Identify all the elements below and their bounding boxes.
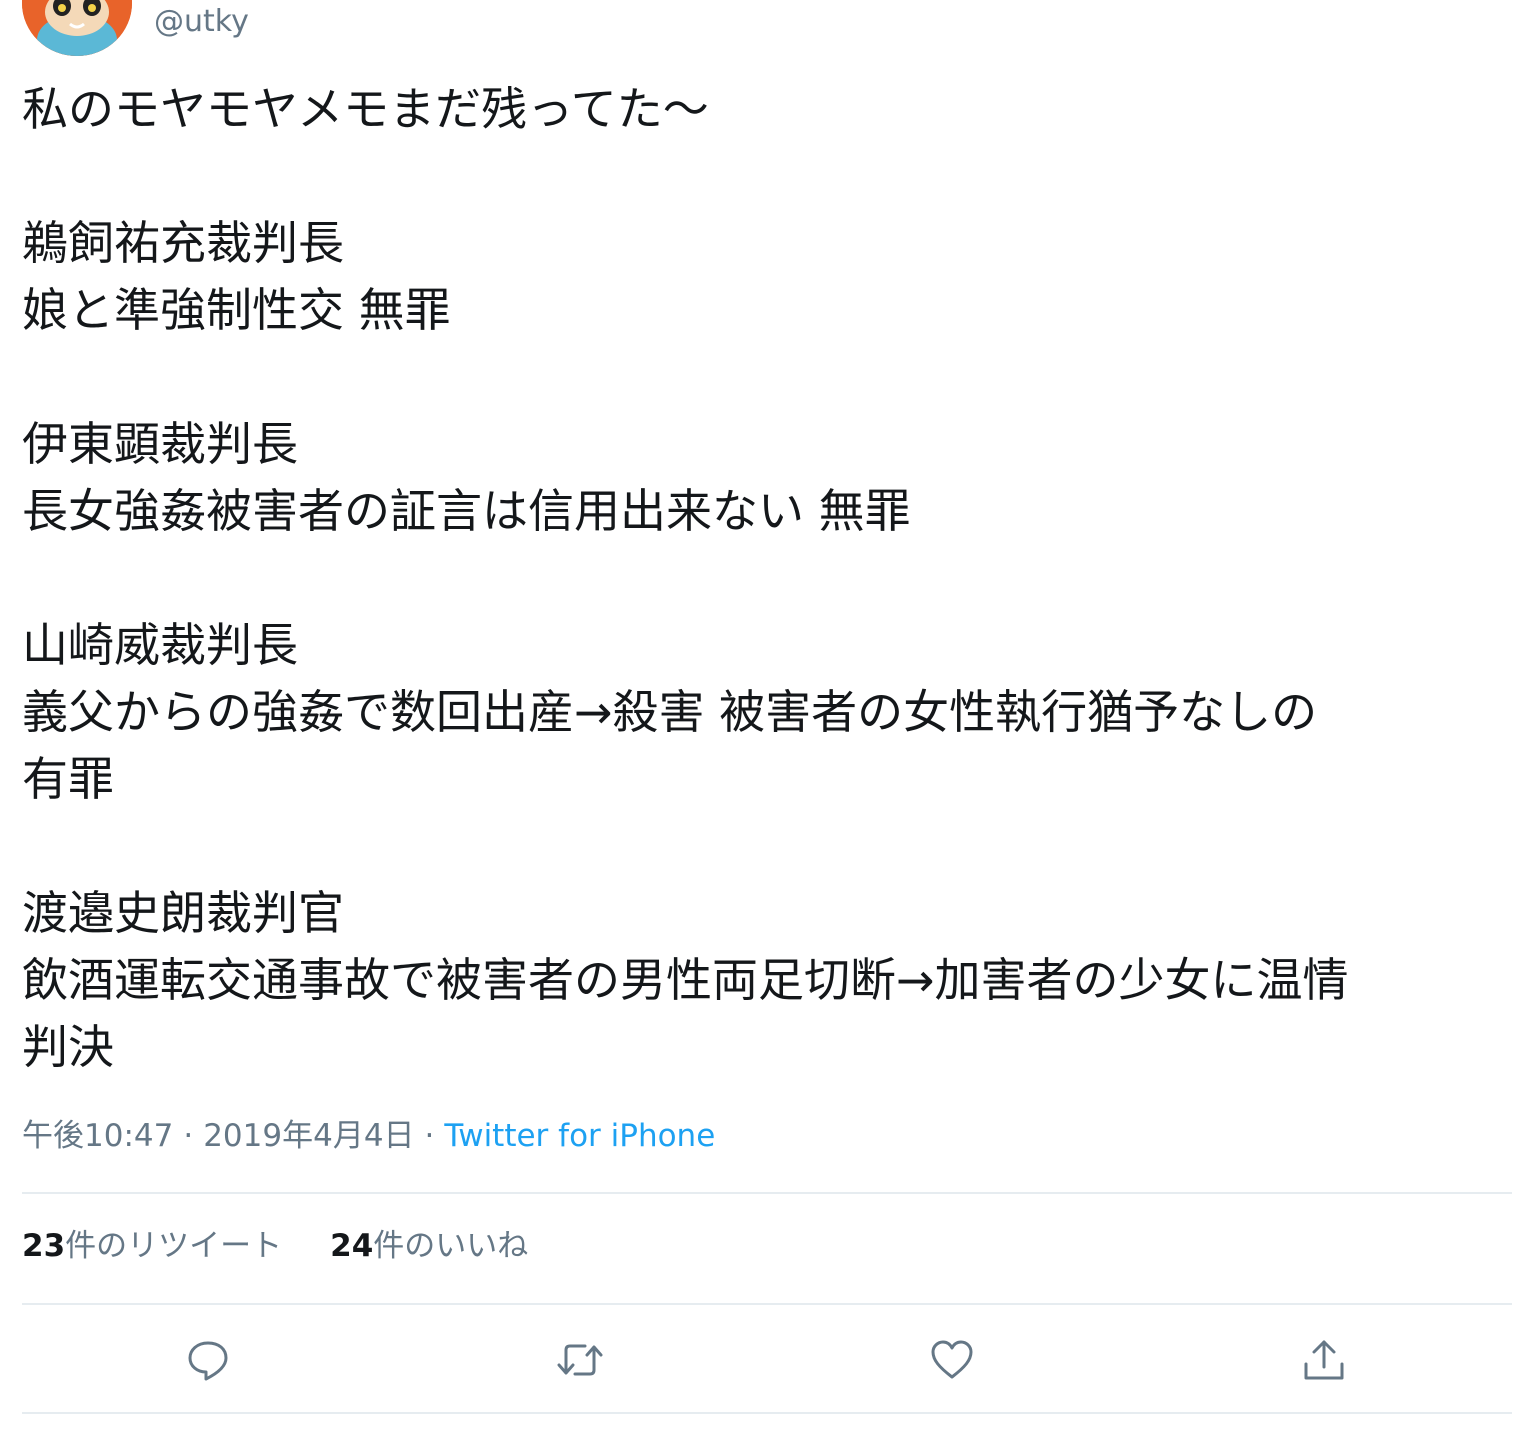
divider bbox=[22, 1412, 1512, 1414]
tweet-source-link[interactable]: Twitter for iPhone bbox=[444, 1118, 715, 1154]
likes-label: 件のいいね bbox=[373, 1228, 529, 1264]
meta-separator: · bbox=[183, 1118, 194, 1154]
tweet-line: 長女強姦被害者の証言は信用出来ない 無罪 bbox=[22, 484, 911, 538]
tweet-detail: @utky 私のモヤモヤメモまだ残ってた〜 鵜飼祐充裁判長 娘と準強制性交 無罪… bbox=[0, 0, 1536, 1433]
meta-separator: · bbox=[424, 1118, 435, 1154]
tweet-line: 有罪 bbox=[22, 752, 114, 806]
user-handle[interactable]: @utky bbox=[154, 2, 249, 42]
heart-icon bbox=[931, 1340, 973, 1379]
likes-count: 24 bbox=[330, 1228, 374, 1264]
retweets-count: 23 bbox=[22, 1228, 66, 1264]
tweet-stats: 23件のリツイート 24件のいいね bbox=[22, 1224, 528, 1268]
tweet-line: 娘と準強制性交 無罪 bbox=[22, 283, 451, 337]
reply-icon bbox=[188, 1341, 228, 1381]
tweet-line: 渡邉史朗裁判官 bbox=[22, 886, 344, 940]
retweet-icon bbox=[557, 1344, 603, 1376]
tweet-line: 伊東顕裁判長 bbox=[22, 417, 298, 471]
retweet-button[interactable] bbox=[552, 1332, 608, 1388]
tweet-line: 鵜飼祐充裁判長 bbox=[22, 216, 344, 270]
likes-stat[interactable]: 24件のいいね bbox=[330, 1228, 528, 1264]
divider bbox=[22, 1303, 1512, 1305]
tweet-line: 飲酒運転交通事故で被害者の男性両足切断→加害者の少女に温情 bbox=[22, 953, 1349, 1007]
avatar-image bbox=[22, 0, 132, 56]
like-button[interactable] bbox=[924, 1332, 980, 1388]
tweet-meta: 午後10:47 · 2019年4月4日 · Twitter for iPhone bbox=[22, 1114, 715, 1158]
avatar[interactable] bbox=[22, 0, 132, 56]
share-button[interactable] bbox=[1296, 1332, 1352, 1388]
retweets-stat[interactable]: 23件のリツイート bbox=[22, 1228, 282, 1264]
share-icon bbox=[1304, 1340, 1344, 1380]
tweet-line: 義父からの強姦で数回出産→殺害 被害者の女性執行猶予なしの bbox=[22, 685, 1318, 739]
tweet-line: 判決 bbox=[22, 1020, 114, 1074]
retweets-label: 件のリツイート bbox=[65, 1228, 283, 1264]
tweet-date[interactable]: 2019年4月4日 bbox=[203, 1118, 414, 1154]
tweet-line: 私のモヤモヤメモまだ残ってた〜 bbox=[22, 82, 709, 136]
tweet-time[interactable]: 午後10:47 bbox=[22, 1118, 173, 1154]
reply-button[interactable] bbox=[180, 1332, 236, 1388]
tweet-text: 私のモヤモヤメモまだ残ってた〜 鵜飼祐充裁判長 娘と準強制性交 無罪 伊東顕裁判… bbox=[22, 76, 1512, 1081]
divider bbox=[22, 1192, 1512, 1194]
tweet-line: 山崎威裁判長 bbox=[22, 618, 298, 672]
